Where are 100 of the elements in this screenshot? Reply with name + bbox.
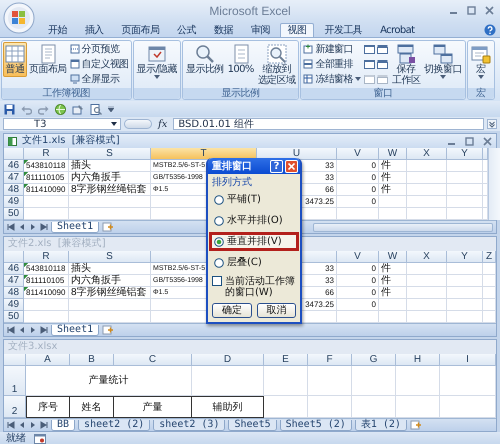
ribbon-button[interactable]: 切换窗口 xyxy=(422,42,464,81)
column-header[interactable]: X xyxy=(407,251,447,263)
formula-field[interactable]: BSD.01.01 组件 xyxy=(173,118,484,130)
column-header[interactable]: F xyxy=(308,354,352,366)
sheet-tab[interactable]: sheet2 (2) xyxy=(78,420,150,430)
column-header[interactable]: D xyxy=(192,354,264,366)
column-header[interactable]: S xyxy=(69,251,151,263)
column-header[interactable]: Y xyxy=(447,251,483,263)
last-sheet-icon[interactable] xyxy=(40,421,48,429)
column-header[interactable]: V xyxy=(337,148,379,160)
ribbon-tab[interactable]: 页面布局 xyxy=(114,23,168,37)
tools-icon[interactable] xyxy=(72,104,84,114)
ribbon-tab[interactable]: 数据 xyxy=(206,23,241,37)
ribbon-button[interactable]: 显示/隐藏 xyxy=(134,42,179,81)
column-header[interactable]: I xyxy=(440,354,496,366)
next-sheet-icon[interactable] xyxy=(29,326,37,334)
name-box[interactable]: T3 xyxy=(3,118,121,130)
checkbox[interactable] xyxy=(212,276,222,286)
ribbon-tab[interactable]: 开始 xyxy=(40,23,75,37)
row-header[interactable]: 49 xyxy=(4,196,24,208)
customize-caret-icon[interactable] xyxy=(108,106,114,112)
row-header[interactable]: 48 xyxy=(4,287,24,299)
dialog-button[interactable]: 取消 xyxy=(256,303,296,318)
ribbon-button[interactable]: 普通 xyxy=(3,42,27,77)
column-header[interactable]: V xyxy=(337,251,379,263)
ribbon-button[interactable]: 冻结窗格 xyxy=(302,72,362,86)
row-header[interactable]: 46 xyxy=(4,160,24,172)
ribbon-button[interactable]: 全屏显示 xyxy=(68,72,130,86)
row-header[interactable]: 50 xyxy=(4,208,24,220)
insert-sheet-icon[interactable] xyxy=(102,325,114,335)
first-sheet-icon[interactable] xyxy=(7,223,15,231)
radio-button[interactable] xyxy=(214,236,224,246)
help-button[interactable]: ? xyxy=(270,160,283,172)
first-sheet-icon[interactable] xyxy=(7,326,15,334)
insert-function-button[interactable]: fx xyxy=(155,118,170,130)
window-stack-icon[interactable] xyxy=(364,59,376,70)
sheet-tab[interactable]: Sheet1 xyxy=(51,222,100,232)
ribbon-button[interactable]: 宏 xyxy=(468,42,493,81)
ribbon-button[interactable]: 显示比例 xyxy=(184,42,226,77)
ribbon-tab[interactable]: 审阅 xyxy=(242,23,278,37)
row-header[interactable]: 47 xyxy=(4,275,24,287)
sync-scroll-icon[interactable] xyxy=(377,59,388,70)
help-icon[interactable] xyxy=(484,24,496,36)
column-header[interactable]: H xyxy=(396,354,440,366)
previous-sheet-icon[interactable] xyxy=(18,326,26,334)
globe-icon[interactable] xyxy=(55,104,66,114)
ribbon-tab[interactable]: 插入 xyxy=(76,23,112,37)
column-header[interactable]: W xyxy=(379,251,407,263)
row-header[interactable]: 1 xyxy=(4,366,26,396)
column-header[interactable]: W xyxy=(379,148,407,160)
split-window-icon[interactable] xyxy=(364,44,376,55)
formula-bar-handle[interactable] xyxy=(124,119,152,129)
column-header[interactable]: X xyxy=(407,148,447,160)
column-header[interactable]: A xyxy=(26,354,70,366)
ribbon-button[interactable]: 100% xyxy=(226,42,256,77)
row-header[interactable]: 49 xyxy=(4,299,24,311)
first-sheet-icon[interactable] xyxy=(7,421,15,429)
next-sheet-icon[interactable] xyxy=(29,223,37,231)
horizontal-scrollbar[interactable] xyxy=(313,222,493,232)
radio-button[interactable] xyxy=(214,216,224,226)
vertical-scrollbar[interactable] xyxy=(488,148,500,220)
sheet-tab[interactable]: sheet2 (3) xyxy=(153,420,226,430)
macro-record-icon[interactable] xyxy=(34,434,46,444)
ribbon-tab[interactable]: 开发工具 xyxy=(316,23,370,37)
previous-sheet-icon[interactable] xyxy=(18,223,26,231)
column-header[interactable]: Y xyxy=(447,148,483,160)
maximize-icon[interactable] xyxy=(465,136,474,146)
row-header[interactable]: 2 xyxy=(4,396,26,418)
dialog-button[interactable]: 确定 xyxy=(212,303,252,318)
row-header[interactable]: 47 xyxy=(4,172,24,184)
column-header[interactable]: Z xyxy=(483,251,496,263)
last-sheet-icon[interactable] xyxy=(40,223,48,231)
insert-sheet-icon[interactable] xyxy=(410,420,422,430)
ribbon-button[interactable]: 分页预览 xyxy=(68,42,130,56)
ribbon-button[interactable]: 自定义视图 xyxy=(68,57,130,71)
sheet-tab[interactable]: Sheet5 (2) xyxy=(280,420,352,430)
column-header[interactable]: B xyxy=(70,354,114,366)
last-sheet-icon[interactable] xyxy=(40,326,48,334)
sheet-tab[interactable]: Sheet5 xyxy=(228,420,277,430)
ribbon-button[interactable]: 缩放到 选定区域 xyxy=(256,42,298,88)
radio-option[interactable]: 垂直并排(V) xyxy=(209,232,299,251)
column-header[interactable]: S xyxy=(69,148,151,160)
row-header[interactable]: 48 xyxy=(4,184,24,196)
column-header[interactable]: R xyxy=(24,148,69,160)
close-icon[interactable] xyxy=(485,6,494,15)
radio-option[interactable]: 水平并排(O) xyxy=(209,211,299,230)
ribbon-button[interactable]: 新建窗口 xyxy=(302,42,362,56)
maximize-icon[interactable] xyxy=(467,6,476,15)
close-icon[interactable] xyxy=(483,136,492,146)
ribbon-button[interactable]: 全部重排 xyxy=(302,57,362,71)
insert-sheet-icon[interactable] xyxy=(102,222,114,232)
radio-button[interactable] xyxy=(214,258,224,268)
sheet-tab[interactable]: 表1 (2) xyxy=(354,420,407,430)
close-button[interactable] xyxy=(285,160,298,172)
ribbon-tab[interactable]: 视图 xyxy=(280,23,314,37)
print-preview-icon[interactable] xyxy=(90,104,102,114)
radio-button[interactable] xyxy=(214,194,224,204)
ribbon-button[interactable]: 保存 工作区 xyxy=(390,42,422,88)
ribbon-tab[interactable]: 公式 xyxy=(169,23,204,37)
column-header[interactable]: U xyxy=(257,148,337,160)
